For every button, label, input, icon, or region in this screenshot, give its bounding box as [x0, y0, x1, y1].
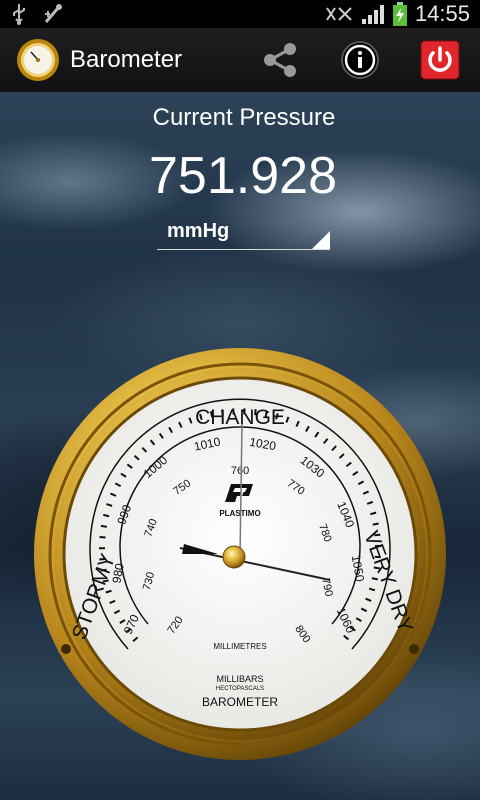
signal-strength-icon	[361, 5, 384, 24]
info-button[interactable]	[320, 28, 400, 92]
share-button[interactable]	[240, 28, 320, 92]
screw-right	[409, 644, 419, 654]
current-pressure-label: Current Pressure	[152, 104, 336, 131]
screw-left	[61, 644, 71, 654]
debug-icon	[44, 4, 62, 23]
usb-icon	[13, 4, 25, 25]
pressure-value: 751.928	[149, 147, 337, 205]
app-title: Barometer	[70, 46, 183, 73]
signal-blocked-icon	[326, 7, 352, 21]
barometer-gauge: CHANGE STORMY VERY DRY 970 980 990 1000 …	[34, 348, 446, 760]
barometer-app-icon[interactable]	[16, 38, 60, 82]
unit-selected-value: mmHg	[167, 220, 230, 242]
hectopascals-label: HECTOPASCALS	[216, 686, 264, 692]
info-icon	[341, 41, 379, 79]
mm-tick-label: 760	[231, 465, 249, 477]
action-bar: Barometer	[0, 28, 480, 92]
millimetres-label: MILLIMETRES	[213, 642, 266, 651]
barometer-label: BAROMETER	[202, 695, 278, 709]
status-time: 14:55	[414, 1, 470, 26]
needle-hub	[222, 545, 246, 569]
battery-charging-icon	[392, 2, 407, 26]
share-icon	[264, 43, 296, 77]
status-bar: 14:55	[0, 0, 480, 28]
millibars-label: MILLIBARS	[216, 674, 263, 684]
power-button[interactable]	[400, 28, 480, 92]
dropdown-caret-icon	[312, 231, 330, 249]
unit-dropdown[interactable]: mmHg	[157, 218, 330, 250]
power-icon	[420, 40, 460, 80]
word-change: CHANGE	[195, 406, 285, 429]
